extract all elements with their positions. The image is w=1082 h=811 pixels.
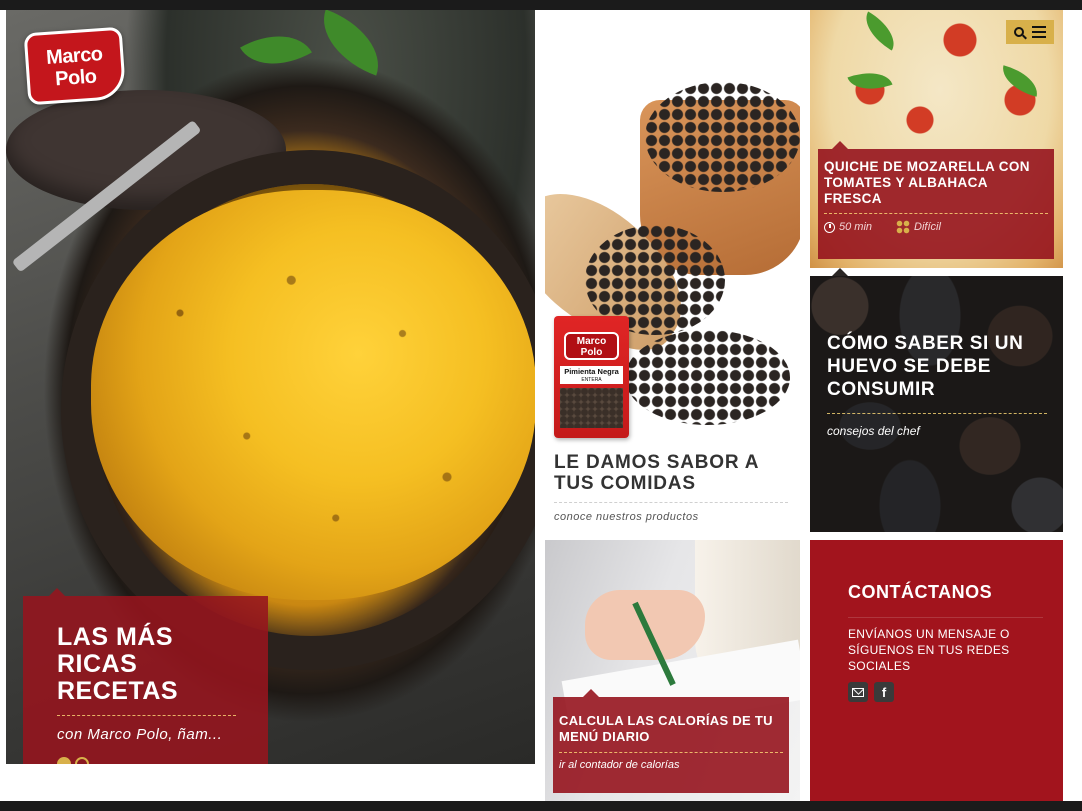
peppercorns-image: [645, 82, 800, 192]
top-bar: [0, 0, 1082, 10]
menu-icon[interactable]: [1032, 26, 1046, 38]
recipe-difficulty-value: Difícil: [914, 221, 941, 233]
calories-title: CALCULA LAS CALORÍAS DE TU MENÚ DIARIO: [559, 713, 773, 744]
pack-logo-line1: Marco: [576, 336, 607, 347]
divider: [554, 502, 788, 503]
recipe-time-value: 50 min: [839, 221, 873, 233]
divider: [559, 752, 783, 753]
products-link[interactable]: conoce nuestros productos: [554, 511, 699, 523]
difficulty-icon: [896, 220, 911, 234]
pack-logo-line2: Polo: [580, 347, 603, 358]
mail-icon: [852, 687, 864, 697]
basil-leaf: [997, 65, 1043, 97]
divider: [57, 715, 236, 716]
basil-leaf: [857, 11, 903, 51]
calories-caption-panel[interactable]: CALCULA LAS CALORÍAS DE TU MENÚ DIARIO i…: [553, 689, 789, 793]
hero-recipes-tile[interactable]: Marco Polo LAS MÁS RICAS RECETAS con Mar…: [6, 10, 535, 764]
basil-leaf: [310, 10, 392, 76]
email-button[interactable]: [848, 682, 868, 702]
hero-caption-panel[interactable]: LAS MÁS RICAS RECETAS con Marco Polo, ña…: [23, 588, 268, 764]
pack-label-sub: ENTERA: [581, 377, 602, 383]
slider-dot-1[interactable]: [57, 757, 71, 764]
panel-notch: [832, 268, 848, 276]
chef-tips-tile[interactable]: CÓMO SABER SI UN HUEVO SE DEBE CONSUMIR …: [810, 276, 1063, 532]
recipe-time: 50 min: [824, 221, 872, 233]
panel-notch: [583, 689, 599, 697]
hero-title: LAS MÁS RICAS RECETAS: [57, 623, 179, 705]
divider: [827, 413, 1047, 414]
divider: [848, 617, 1043, 618]
pie-crust: [91, 190, 535, 600]
panel-notch: [49, 588, 65, 596]
slider-dot-2[interactable]: [75, 757, 89, 764]
pack-label: Pimienta Negra ENTERA: [560, 366, 623, 384]
peppercorns-image: [625, 330, 790, 425]
clock-icon: [824, 221, 835, 233]
facebook-button[interactable]: f: [874, 682, 894, 702]
recipe-difficulty: Difícil: [896, 220, 941, 234]
contact-title: CONTÁCTANOS: [848, 582, 993, 602]
divider: [824, 213, 1048, 214]
chef-tips-content: CÓMO SABER SI UN HUEVO SE DEBE CONSUMIR …: [827, 332, 1047, 438]
pack-label-name: Pimienta Negra: [564, 367, 619, 376]
quiche-recipe-tile[interactable]: QUICHE DE MOZARELLA CON TOMATES Y ALBAHA…: [810, 10, 1063, 268]
pepper-package-image: Marco Polo Pimienta Negra ENTERA: [554, 316, 629, 438]
panel-notch: [832, 141, 848, 149]
hero-subtitle: con Marco Polo, ñam...: [57, 726, 223, 743]
chef-tips-title: CÓMO SABER SI UN HUEVO SE DEBE CONSUMIR: [827, 333, 1024, 400]
facebook-icon: f: [881, 684, 887, 700]
chef-tips-subtitle[interactable]: consejos del chef: [827, 424, 1047, 438]
contact-text: ENVÍANOS UN MENSAJE O SÍGUENOS EN TUS RE…: [848, 627, 1010, 673]
products-tile[interactable]: Marco Polo Pimienta Negra ENTERA LE DAMO…: [545, 10, 800, 531]
basil-leaf: [240, 17, 312, 83]
slider-dots: [57, 757, 236, 764]
brand-logo[interactable]: Marco Polo: [23, 26, 127, 106]
social-icons: f: [848, 682, 1043, 702]
products-title: LE DAMOS SABOR A TUS COMIDAS: [554, 452, 759, 494]
calories-tile[interactable]: CALCULA LAS CALORÍAS DE TU MENÚ DIARIO i…: [545, 540, 800, 801]
header-tools: [1006, 20, 1054, 44]
basil-leaf: [847, 63, 893, 99]
recipe-meta: 50 min Difícil: [824, 220, 1048, 234]
search-icon[interactable]: [1014, 27, 1024, 37]
pack-logo: Marco Polo: [564, 332, 619, 360]
contact-tile: CONTÁCTANOS ENVÍANOS UN MENSAJE O SÍGUEN…: [810, 540, 1063, 801]
bottom-bar: [0, 801, 1082, 811]
calories-link[interactable]: ir al contador de calorías: [559, 759, 783, 771]
quiche-title: QUICHE DE MOZARELLA CON TOMATES Y ALBAHA…: [824, 159, 1030, 206]
pack-window: [560, 388, 623, 428]
quiche-caption-panel[interactable]: QUICHE DE MOZARELLA CON TOMATES Y ALBAHA…: [818, 141, 1054, 259]
